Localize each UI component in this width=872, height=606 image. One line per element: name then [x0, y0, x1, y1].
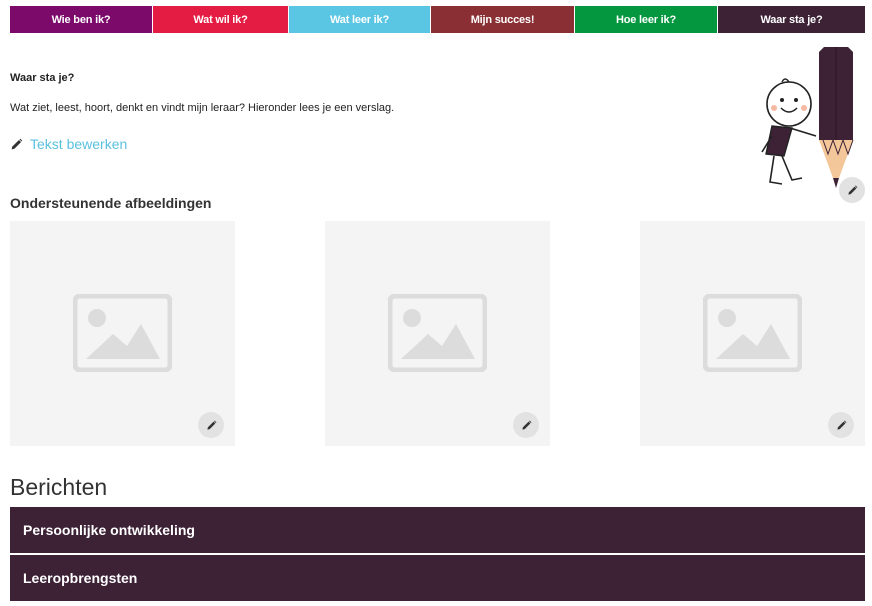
image-slot-1[interactable]	[10, 221, 235, 446]
messages-heading: Berichten	[10, 474, 108, 500]
edit-image-3-button[interactable]	[828, 412, 854, 438]
image-placeholder-icon	[73, 294, 172, 372]
edit-mascot-button[interactable]	[839, 177, 865, 203]
edit-text-label: Tekst bewerken	[30, 136, 128, 152]
tab-bar: Wie ben ik? Wat wil ik? Wat leer ik? Mij…	[10, 6, 865, 33]
edit-text-link[interactable]: Tekst bewerken	[10, 136, 127, 152]
section-description: Wat ziet, leest, hoort, denkt en vindt m…	[10, 102, 395, 114]
images-heading: Ondersteunende afbeeldingen	[10, 195, 212, 211]
accordion-persoonlijke-ontwikkeling[interactable]: Persoonlijke ontwikkeling	[10, 507, 865, 553]
accordion-label: Persoonlijke ontwikkeling	[23, 522, 195, 538]
tab-waar-sta-je[interactable]: Waar sta je?	[718, 6, 865, 33]
tab-hoe-leer-ik[interactable]: Hoe leer ik?	[575, 6, 718, 33]
image-placeholder-icon	[388, 294, 487, 372]
pencil-icon	[836, 420, 846, 430]
edit-image-1-button[interactable]	[198, 412, 224, 438]
edit-image-2-button[interactable]	[513, 412, 539, 438]
pencil-mascot-illustration	[761, 47, 854, 188]
pencil-icon	[11, 138, 23, 149]
tab-wat-wil-ik[interactable]: Wat wil ik?	[153, 6, 289, 33]
image-slot-2[interactable]	[325, 221, 550, 446]
tab-wat-leer-ik[interactable]: Wat leer ik?	[289, 6, 431, 33]
accordion-leeropbrengsten[interactable]: Leeropbrengsten	[10, 555, 865, 601]
tab-mijn-succes[interactable]: Mijn succes!	[431, 6, 575, 33]
section-title: Waar sta je?	[10, 72, 75, 84]
tab-wie-ben-ik[interactable]: Wie ben ik?	[10, 6, 153, 33]
pencil-icon	[521, 420, 531, 430]
image-placeholder-icon	[703, 294, 802, 372]
pencil-icon	[847, 185, 857, 195]
accordion-label: Leeropbrengsten	[23, 570, 138, 586]
pencil-icon	[206, 420, 216, 430]
image-slot-3[interactable]	[640, 221, 865, 446]
